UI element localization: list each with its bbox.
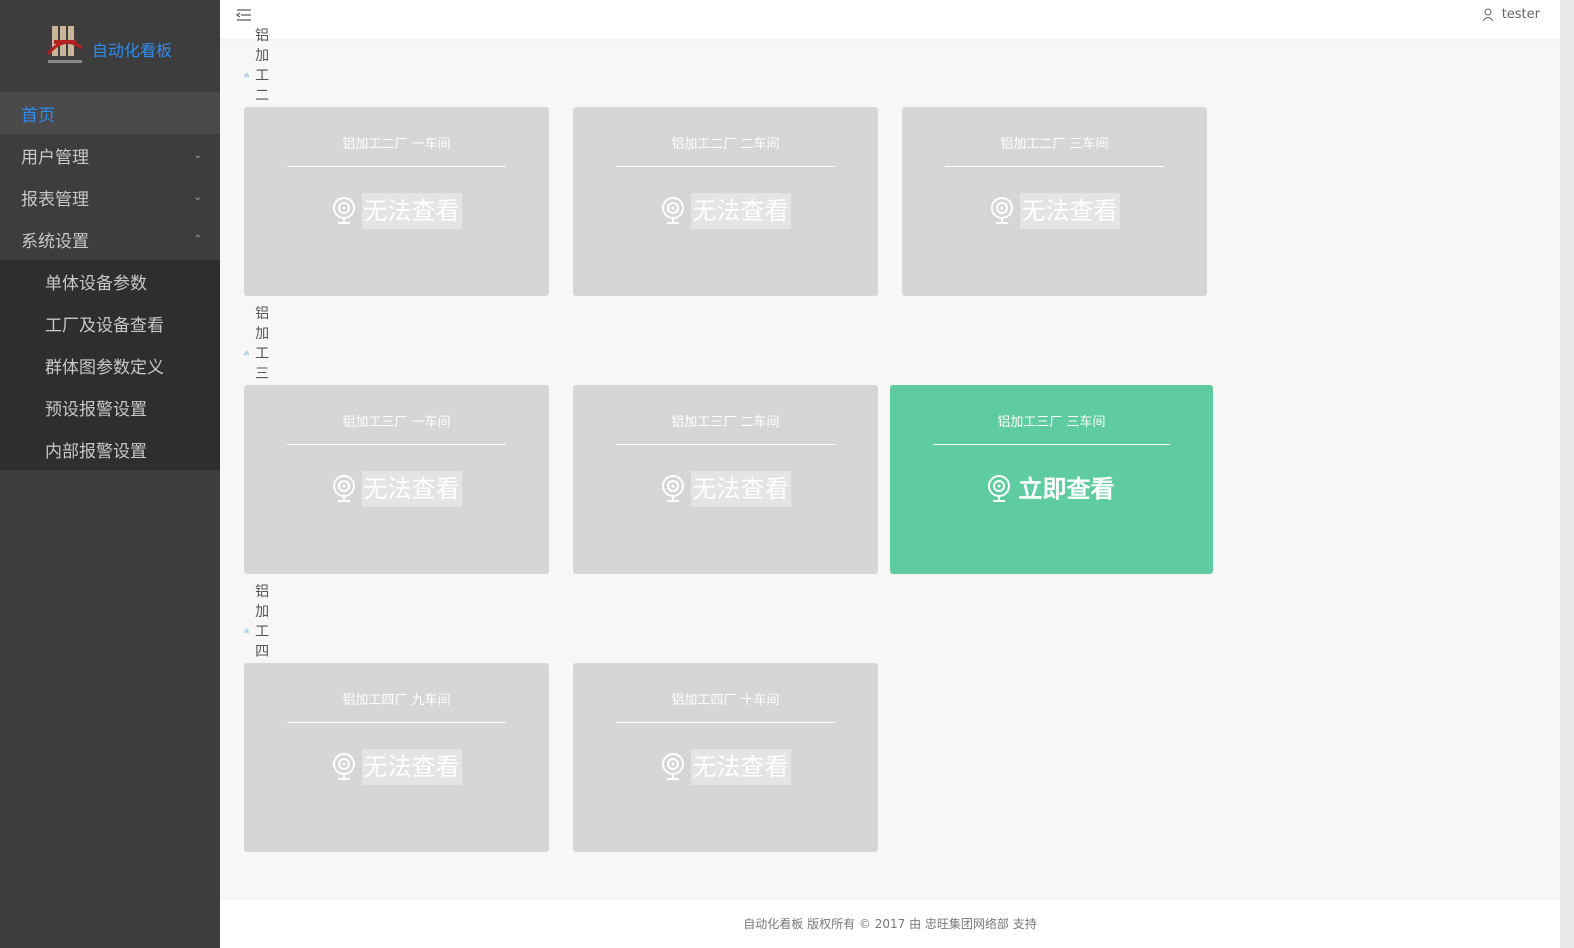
workshop-title: 铝加工二厂 二车间 — [671, 137, 780, 152]
logo[interactable]: 自动化看板 — [0, 0, 220, 92]
sidebar-item-label: 首页 — [21, 105, 55, 126]
workshop-title: 铝加工四厂 十车间 — [671, 693, 780, 708]
workshop-card[interactable]: 铝加工四厂 十车间 无法查看 — [573, 663, 878, 852]
org-tree-icon — [244, 628, 250, 634]
submenu-item-label: 内部报警设置 — [45, 441, 147, 462]
camera-icon — [661, 753, 684, 780]
camera-icon — [661, 197, 684, 224]
divider — [287, 166, 506, 167]
divider — [616, 444, 835, 445]
system-settings-submenu: 单体设备参数 工厂及设备查看 群体图参数定义 预设报警设置 内部报警设置 — [0, 260, 220, 470]
user-menu[interactable]: tester — [1482, 7, 1540, 22]
view-action[interactable]: 无法查看 — [902, 193, 1207, 229]
view-action[interactable]: 无法查看 — [244, 749, 549, 785]
view-status-label: 立即查看 — [1018, 475, 1115, 503]
view-status-label: 无法查看 — [690, 749, 791, 785]
view-status-label: 无法查看 — [690, 471, 791, 507]
workshop-card[interactable]: 铝加工二厂 三车间 无法查看 — [902, 107, 1207, 296]
username: tester — [1501, 7, 1540, 22]
sidebar: 自动化看板 首页 用户管理 ⌄ 报表管理 ⌄ 系统设置 ⌃ 单体设备参数 工厂及… — [0, 0, 220, 948]
chevron-down-icon: ⌄ — [193, 149, 202, 161]
chevron-down-icon: ⌄ — [193, 191, 202, 203]
view-status-label: 无法查看 — [361, 471, 462, 507]
workshop-card[interactable]: 铝加工二厂 一车间 无法查看 — [244, 107, 549, 296]
submenu-item-device-params[interactable]: 单体设备参数 — [0, 260, 220, 302]
copyright-text: 自动化看板 版权所有 © 2017 由 忠旺集团网络部 支持 — [743, 917, 1037, 931]
view-action[interactable]: 无法查看 — [573, 193, 878, 229]
org-tree-icon — [244, 350, 250, 356]
top-header: tester — [220, 0, 1560, 39]
submenu-item-label: 单体设备参数 — [45, 273, 147, 294]
workshop-title: 铝加工三厂 一车间 — [342, 415, 451, 430]
sidebar-item-label: 用户管理 — [21, 147, 89, 168]
sidebar-item-label: 系统设置 — [21, 231, 89, 252]
view-status-label: 无法查看 — [361, 749, 462, 785]
view-action[interactable]: 无法查看 — [244, 193, 549, 229]
view-status-label: 无法查看 — [690, 193, 791, 229]
workshop-title: 铝加工二厂 一车间 — [342, 137, 451, 152]
logo-text: 自动化看板 — [92, 41, 173, 60]
camera-icon — [987, 475, 1010, 502]
workshop-title: 铝加工二厂 三车间 — [1000, 137, 1109, 152]
divider — [933, 444, 1170, 445]
sidebar-item-system-settings[interactable]: 系统设置 ⌃ — [0, 218, 220, 260]
submenu-item-group-chart-params[interactable]: 群体图参数定义 — [0, 344, 220, 386]
submenu-item-label: 群体图参数定义 — [45, 357, 164, 378]
sidebar-item-label: 报表管理 — [21, 189, 89, 210]
view-status-label: 无法查看 — [361, 193, 462, 229]
factory-section-title: 铝加工三厂 — [244, 306, 279, 402]
divider — [287, 722, 506, 723]
footer: 自动化看板 版权所有 © 2017 由 忠旺集团网络部 支持 — [220, 900, 1560, 948]
divider — [616, 722, 835, 723]
workshop-card[interactable]: 铝加工三厂 二车间 无法查看 — [573, 385, 878, 574]
user-icon — [1482, 8, 1494, 21]
chevron-up-icon: ⌃ — [193, 233, 202, 245]
view-action[interactable]: 无法查看 — [573, 471, 878, 507]
menu-toggle-icon[interactable] — [235, 7, 252, 23]
workshop-card[interactable]: 铝加工二厂 二车间 无法查看 — [573, 107, 878, 296]
sidebar-item-report-management[interactable]: 报表管理 ⌄ — [0, 176, 220, 218]
view-now-button[interactable]: 立即查看 — [890, 471, 1213, 507]
workshop-title: 铝加工四厂 九车间 — [342, 693, 451, 708]
workshop-card-live[interactable]: 铝加工三厂 三车间 立即查看 — [890, 385, 1213, 574]
divider — [287, 444, 506, 445]
camera-icon — [661, 475, 684, 502]
submenu-item-preset-alarm[interactable]: 预设报警设置 — [0, 386, 220, 428]
camera-icon — [990, 197, 1013, 224]
camera-icon — [332, 475, 355, 502]
submenu-item-internal-alarm[interactable]: 内部报警设置 — [0, 428, 220, 470]
workshop-card[interactable]: 铝加工四厂 九车间 无法查看 — [244, 663, 549, 852]
factory-section-title: 铝加工二厂 — [244, 28, 279, 124]
submenu-item-label: 预设报警设置 — [45, 399, 147, 420]
sidebar-item-user-management[interactable]: 用户管理 ⌄ — [0, 134, 220, 176]
camera-icon — [332, 197, 355, 224]
workshop-card[interactable]: 铝加工三厂 一车间 无法查看 — [244, 385, 549, 574]
view-action[interactable]: 无法查看 — [244, 471, 549, 507]
factory-section-title: 铝加工四厂 — [244, 584, 279, 680]
submenu-item-label: 工厂及设备查看 — [45, 315, 164, 336]
workshop-title: 铝加工三厂 三车间 — [997, 415, 1106, 430]
company-logo-icon — [44, 24, 86, 68]
view-action[interactable]: 无法查看 — [573, 749, 878, 785]
workshop-title: 铝加工三厂 二车间 — [671, 415, 780, 430]
divider — [616, 166, 835, 167]
view-status-label: 无法查看 — [1019, 193, 1120, 229]
scrollbar[interactable] — [1560, 0, 1574, 948]
submenu-item-factory-devices[interactable]: 工厂及设备查看 — [0, 302, 220, 344]
camera-icon — [332, 753, 355, 780]
org-tree-icon — [244, 72, 250, 78]
sidebar-item-home[interactable]: 首页 — [0, 92, 220, 134]
divider — [945, 166, 1164, 167]
